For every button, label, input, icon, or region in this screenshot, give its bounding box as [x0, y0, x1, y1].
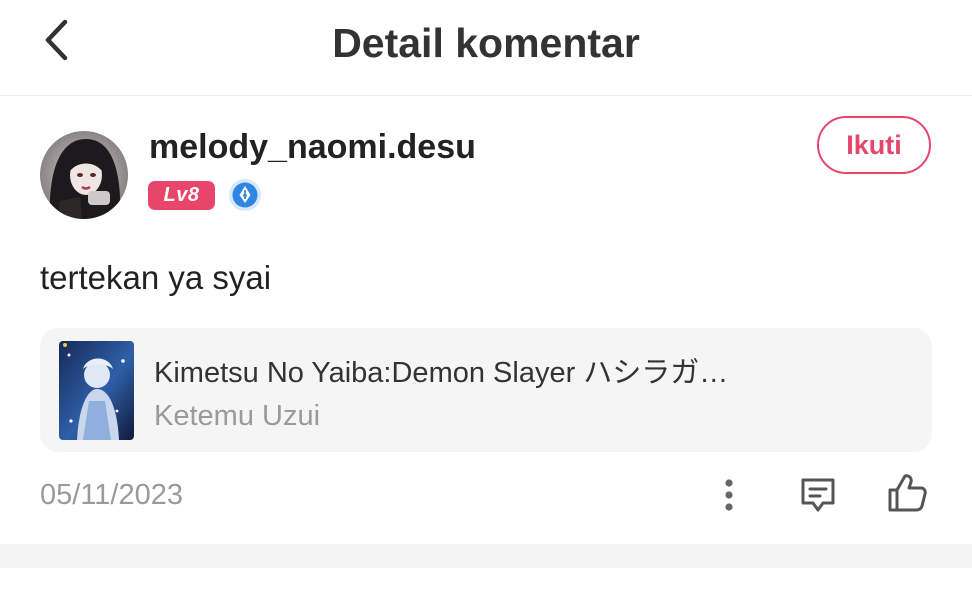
header-bar: Detail komentar [0, 0, 972, 96]
thumbs-up-icon [888, 474, 927, 512]
comment-icon [801, 478, 835, 512]
reference-subtitle: Ketemu Uzui [154, 400, 321, 432]
quill-pen-badge-icon [228, 178, 262, 212]
username[interactable]: melody_naomi.desu [149, 126, 476, 168]
comment-date: 05/11/2023 [40, 479, 183, 511]
page-title: Detail komentar [332, 20, 640, 66]
reply-button[interactable] [797, 474, 839, 516]
comment-text: tertekan ya syai [40, 259, 272, 296]
section-divider [0, 544, 972, 568]
more-options-button[interactable] [711, 474, 747, 516]
follow-button[interactable]: Ikuti [817, 116, 931, 174]
reference-thumbnail [59, 341, 134, 440]
level-badge: Lv8 [148, 181, 215, 210]
avatar[interactable] [40, 131, 128, 219]
comment-detail-screen: Detail komentar melody_naomi.desu Lv8 Ik… [0, 0, 972, 600]
like-button[interactable] [884, 470, 930, 516]
more-vertical-icon [725, 479, 733, 511]
reference-card[interactable]: Kimetsu No Yaiba:Demon Slayer ハシラガ… Kete… [40, 328, 932, 452]
reference-title: Kimetsu No Yaiba:Demon Slayer ハシラガ… [154, 357, 729, 389]
